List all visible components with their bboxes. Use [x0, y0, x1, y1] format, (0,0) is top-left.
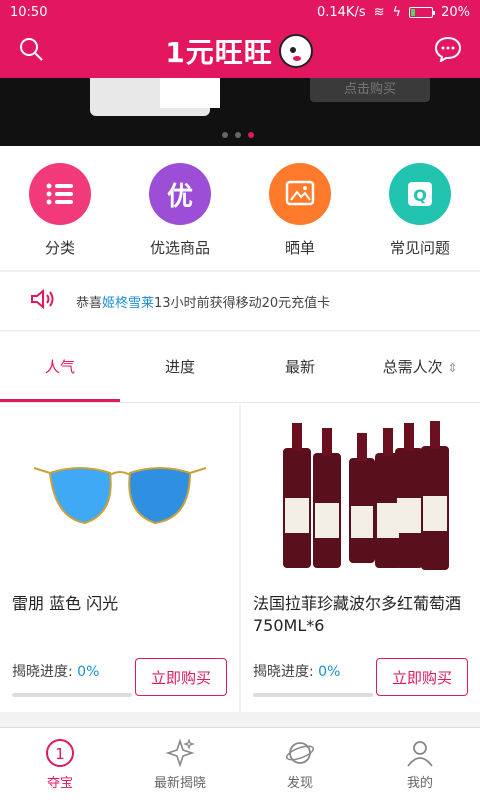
- svg-text:1: 1: [55, 745, 65, 763]
- sunglasses-image: [0, 403, 239, 593]
- bottom-navigation: 1 夺宝 最新揭晓 发现 我的: [0, 727, 480, 800]
- wifi-icon: ≋: [373, 4, 385, 20]
- banner-dot[interactable]: [222, 132, 228, 138]
- notice-message: 13小时前获得移动20元充值卡: [154, 295, 331, 311]
- category-item-classify[interactable]: 分类: [5, 163, 115, 258]
- progress-bar: [12, 693, 132, 697]
- category-label: 分类: [44, 239, 75, 257]
- dog-mascot-icon: [278, 34, 313, 68]
- battery-percent: 20%: [441, 4, 470, 20]
- promo-banner[interactable]: 点击购买: [0, 78, 480, 146]
- product-grid: 雷朋 蓝色 闪光 揭晓进度: 0% 立即购买 法国拉菲珍藏波尔多红葡萄酒750M…: [0, 402, 480, 712]
- message-icon[interactable]: [434, 36, 462, 66]
- nav-discover[interactable]: 发现: [240, 728, 360, 800]
- category-label: 常见问题: [389, 239, 450, 257]
- app-title-text: 1元旺旺: [165, 36, 273, 69]
- you-icon: 优: [149, 163, 211, 225]
- image-icon: [269, 163, 331, 225]
- progress-value: 0%: [77, 664, 100, 680]
- status-bar: 10:50 0.14K/s ≋ ϟ 20%: [0, 0, 480, 24]
- circle-one-icon: 1: [45, 738, 75, 768]
- flash-icon: ϟ: [392, 4, 402, 20]
- tab-progress[interactable]: 进度: [120, 332, 240, 402]
- tab-popularity[interactable]: 人气: [0, 332, 120, 402]
- nav-label: 最新揭晓: [153, 775, 206, 791]
- sort-arrows-icon: ⇕: [447, 361, 458, 375]
- battery-icon: [409, 6, 436, 18]
- progress-bar: [253, 693, 373, 697]
- nav-latest-reveal[interactable]: 最新揭晓: [120, 728, 240, 800]
- winner-notice[interactable]: 恭喜姬柊雪莱13小时前获得移动20元充值卡: [0, 272, 480, 330]
- product-progress: 揭晓进度: 0%: [253, 661, 340, 681]
- list-icon: [29, 163, 91, 225]
- progress-label: 揭晓进度:: [253, 664, 314, 680]
- status-time: 10:50: [10, 4, 48, 20]
- network-speed: 0.14K/s: [316, 4, 366, 20]
- category-item-featured[interactable]: 优 优选商品: [125, 163, 235, 258]
- svg-text:Q: Q: [413, 186, 427, 205]
- banner-dot-active[interactable]: [248, 132, 254, 138]
- tab-newest[interactable]: 最新: [240, 332, 360, 402]
- sparkle-icon: [165, 737, 195, 768]
- nav-label: 发现: [286, 775, 313, 791]
- progress-value: 0%: [318, 664, 341, 680]
- buy-now-button[interactable]: 立即购买: [135, 658, 227, 696]
- nav-mine[interactable]: 我的: [360, 728, 480, 800]
- notice-prefix: 恭喜: [76, 295, 103, 311]
- banner-dots: [222, 132, 254, 138]
- nav-duobao[interactable]: 1 夺宝: [0, 728, 120, 800]
- notice-text: 恭喜姬柊雪莱13小时前获得移动20元充值卡: [76, 292, 330, 311]
- top-bar: 1元旺旺: [0, 24, 480, 78]
- tab-total-needed-label: 总需人次: [382, 358, 443, 376]
- nav-label: 夺宝: [46, 775, 73, 791]
- battery-fill: [411, 8, 416, 16]
- progress-label: 揭晓进度:: [12, 664, 73, 680]
- product-progress: 揭晓进度: 0%: [12, 661, 99, 681]
- product-name: 雷朋 蓝色 闪光: [12, 594, 119, 613]
- category-label: 晒单: [284, 239, 315, 257]
- buy-now-button[interactable]: 立即购买: [376, 658, 468, 696]
- tab-total-needed[interactable]: 总需人次 ⇕: [360, 332, 480, 402]
- category-row: 分类 优 优选商品 晒单 Q 常见问题: [0, 146, 480, 270]
- product-card[interactable]: 雷朋 蓝色 闪光 揭晓进度: 0% 立即购买: [0, 402, 239, 712]
- planet-icon: [285, 738, 315, 768]
- person-icon: [405, 738, 435, 768]
- category-item-faq[interactable]: Q 常见问题: [365, 163, 475, 258]
- banner-device-screen: [160, 78, 220, 108]
- product-name: 法国拉菲珍藏波尔多红葡萄酒750ML*6: [253, 594, 462, 635]
- banner-dot[interactable]: [235, 132, 241, 138]
- sort-tabs: 人气 进度 最新 总需人次 ⇕: [0, 332, 480, 402]
- qa-icon: Q: [389, 163, 451, 225]
- wine-bottles-image: [241, 403, 480, 593]
- status-right: 0.14K/s ≋ ϟ 20%: [317, 5, 470, 20]
- speaker-icon: [30, 288, 56, 314]
- product-card[interactable]: 法国拉菲珍藏波尔多红葡萄酒750ML*6 揭晓进度: 0% 立即购买: [241, 402, 480, 712]
- app-title: 1元旺旺: [165, 31, 313, 71]
- category-item-showcase[interactable]: 晒单: [245, 163, 355, 258]
- nav-label: 我的: [406, 775, 433, 791]
- banner-buy-button[interactable]: 点击购买: [310, 78, 430, 102]
- category-label: 优选商品: [149, 239, 210, 257]
- notice-user[interactable]: 姬柊雪莱: [102, 296, 154, 311]
- search-icon[interactable]: [18, 36, 44, 66]
